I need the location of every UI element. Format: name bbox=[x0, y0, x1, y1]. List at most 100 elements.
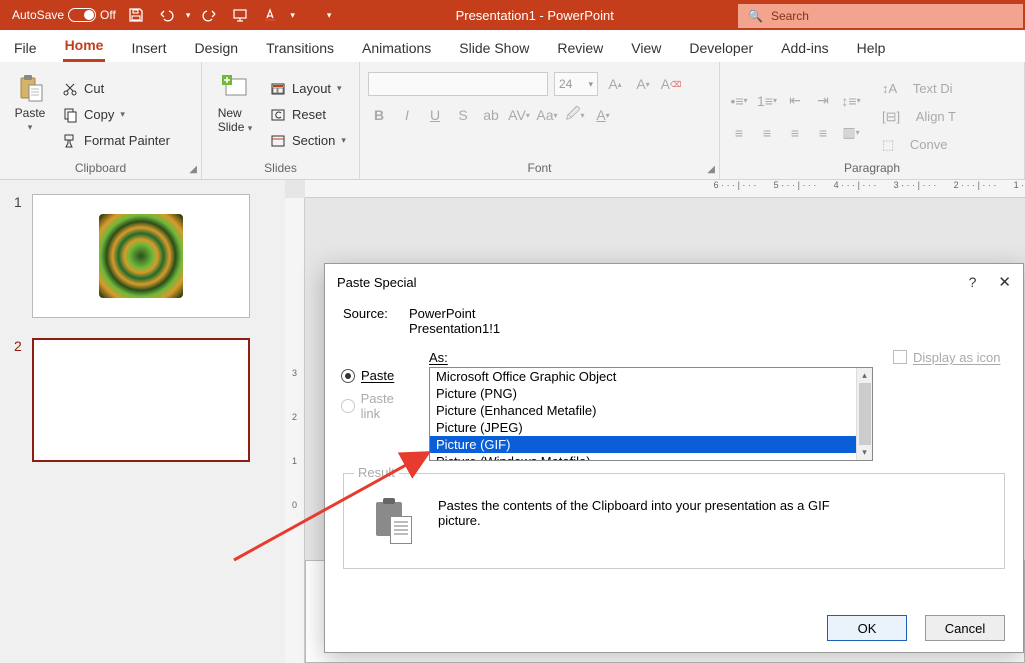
font-size-combo[interactable]: 24▾ bbox=[554, 72, 598, 96]
caret-down-icon[interactable]: ▾ bbox=[186, 10, 191, 21]
columns-icon[interactable]: ▥▾ bbox=[840, 122, 862, 144]
change-case-icon[interactable]: Aa▾ bbox=[536, 104, 558, 126]
tab-view[interactable]: View bbox=[629, 34, 663, 62]
bullets-icon[interactable]: •≡▾ bbox=[728, 90, 750, 112]
align-left-icon[interactable]: ≡ bbox=[728, 122, 750, 144]
result-box: Result Pastes the contents of the Clipbo… bbox=[343, 473, 1005, 569]
justify-icon[interactable]: ≡ bbox=[812, 122, 834, 144]
text-direction-button[interactable]: ↕A Text Di bbox=[878, 77, 960, 101]
group-font: 24▾ A▴ A▾ A⌫ B I U S ab AV▾ Aa▾ 🖉▾ A▾ Fo… bbox=[360, 62, 720, 179]
caret-down-icon: ▾ bbox=[120, 109, 125, 120]
increase-indent-icon[interactable]: ⇥ bbox=[812, 90, 834, 112]
shadow-icon[interactable]: ab bbox=[480, 104, 502, 126]
tab-transitions[interactable]: Transitions bbox=[264, 34, 336, 62]
scissors-icon bbox=[62, 81, 78, 97]
format-option[interactable]: Picture (Enhanced Metafile) bbox=[430, 402, 872, 419]
format-option[interactable]: Picture (PNG) bbox=[430, 385, 872, 402]
tab-design[interactable]: Design bbox=[192, 34, 240, 62]
font-family-combo[interactable] bbox=[368, 72, 548, 96]
new-slide-icon bbox=[220, 73, 250, 103]
result-legend: Result bbox=[354, 465, 399, 480]
format-painter-button[interactable]: Format Painter bbox=[58, 129, 174, 153]
layout-button[interactable]: Layout▾ bbox=[266, 77, 350, 101]
redo-icon[interactable] bbox=[200, 5, 220, 25]
format-listbox[interactable]: Microsoft Office Graphic ObjectPicture (… bbox=[429, 367, 873, 461]
align-text-button[interactable]: [⊟] Align T bbox=[878, 105, 960, 129]
format-option[interactable]: Picture (Windows Metafile) bbox=[430, 453, 872, 461]
font-color-icon[interactable]: A▾ bbox=[592, 104, 614, 126]
copy-button[interactable]: Copy ▾ bbox=[58, 103, 174, 127]
group-label: Font bbox=[368, 161, 711, 177]
chevron-down-icon[interactable]: ▾ bbox=[862, 447, 867, 458]
clear-formatting-icon[interactable]: A⌫ bbox=[660, 73, 682, 95]
dialog-launcher-icon[interactable]: ◢ bbox=[189, 164, 197, 175]
tab-review[interactable]: Review bbox=[555, 34, 605, 62]
section-button[interactable]: Section▾ bbox=[266, 129, 350, 153]
paste-label: Paste bbox=[15, 106, 46, 120]
group-clipboard: Paste ▾ Cut Copy ▾ Format Painter C bbox=[0, 62, 202, 179]
help-button[interactable]: ? bbox=[969, 274, 977, 290]
thumbnail-pane[interactable]: 12 bbox=[0, 180, 285, 663]
tab-animations[interactable]: Animations bbox=[360, 34, 433, 62]
highlight-color-icon[interactable]: 🖉▾ bbox=[564, 104, 586, 126]
tab-file[interactable]: File bbox=[12, 34, 39, 62]
undo-icon[interactable] bbox=[156, 5, 176, 25]
tab-add-ins[interactable]: Add-ins bbox=[779, 34, 830, 62]
group-label: Clipboard bbox=[8, 161, 193, 177]
convert-smartart-button[interactable]: ⬚ Conve bbox=[878, 133, 960, 157]
paste-link-radio: Paste link bbox=[341, 391, 415, 421]
close-icon[interactable]: ✕ bbox=[998, 273, 1011, 291]
scrollbar[interactable]: ▴ ▾ bbox=[856, 368, 872, 460]
window-title: Presentation1 - PowerPoint bbox=[331, 8, 738, 23]
line-spacing-icon[interactable]: ↕≡▾ bbox=[840, 90, 862, 112]
tab-slide-show[interactable]: Slide Show bbox=[457, 34, 531, 62]
autosave-state: Off bbox=[100, 8, 116, 22]
search-box[interactable]: 🔍 Search bbox=[738, 4, 1023, 28]
source-label: Source: bbox=[343, 306, 395, 336]
reset-icon bbox=[270, 107, 286, 123]
slide-thumbnail[interactable] bbox=[32, 338, 250, 462]
caret-down-icon[interactable]: ▾ bbox=[290, 10, 295, 21]
slide-thumbnail[interactable] bbox=[32, 194, 250, 318]
group-slides: NewSlide ▾ Layout▾ Reset Section▾ Slides bbox=[202, 62, 360, 179]
decrease-indent-icon[interactable]: ⇤ bbox=[784, 90, 806, 112]
save-icon[interactable] bbox=[126, 5, 146, 25]
cancel-button[interactable]: Cancel bbox=[925, 615, 1005, 641]
dialog-launcher-icon[interactable]: ◢ bbox=[707, 164, 715, 175]
slideshow-icon[interactable] bbox=[230, 5, 250, 25]
caret-down-icon: ▾ bbox=[28, 122, 33, 133]
dialog-title: Paste Special bbox=[337, 275, 417, 290]
tab-home[interactable]: Home bbox=[63, 31, 106, 62]
format-option[interactable]: Picture (GIF) bbox=[430, 436, 872, 453]
paste-button[interactable]: Paste ▾ bbox=[8, 68, 52, 161]
bold-icon[interactable]: B bbox=[368, 104, 390, 126]
title-bar: AutoSave Off ▾ ▾ ▾ Presentation1 - Power… bbox=[0, 0, 1025, 30]
toggle-switch-icon bbox=[68, 8, 96, 22]
strikethrough-icon[interactable]: S bbox=[452, 104, 474, 126]
cut-button[interactable]: Cut bbox=[58, 77, 174, 101]
tab-developer[interactable]: Developer bbox=[687, 34, 755, 62]
slide-number: 1 bbox=[14, 194, 22, 318]
paste-special-dialog: Paste Special ? ✕ Source: PowerPoint Pre… bbox=[324, 263, 1024, 653]
underline-icon[interactable]: U bbox=[424, 104, 446, 126]
new-slide-button[interactable]: NewSlide ▾ bbox=[210, 68, 260, 161]
align-center-icon[interactable]: ≡ bbox=[756, 122, 778, 144]
character-spacing-icon[interactable]: AV▾ bbox=[508, 104, 530, 126]
reset-button[interactable]: Reset bbox=[266, 103, 350, 127]
tab-help[interactable]: Help bbox=[855, 34, 888, 62]
result-text: Pastes the contents of the Clipboard int… bbox=[438, 498, 858, 544]
paste-radio[interactable]: Paste bbox=[341, 368, 415, 383]
autosave-toggle[interactable]: AutoSave Off bbox=[12, 8, 116, 22]
search-placeholder: Search bbox=[771, 9, 809, 23]
increase-font-icon[interactable]: A▴ bbox=[604, 73, 626, 95]
numbering-icon[interactable]: 1≡▾ bbox=[756, 90, 778, 112]
font-color-qat-icon[interactable] bbox=[260, 5, 280, 25]
align-right-icon[interactable]: ≡ bbox=[784, 122, 806, 144]
format-option[interactable]: Picture (JPEG) bbox=[430, 419, 872, 436]
tab-insert[interactable]: Insert bbox=[129, 34, 168, 62]
format-option[interactable]: Microsoft Office Graphic Object bbox=[430, 368, 872, 385]
decrease-font-icon[interactable]: A▾ bbox=[632, 73, 654, 95]
italic-icon[interactable]: I bbox=[396, 104, 418, 126]
ok-button[interactable]: OK bbox=[827, 615, 907, 641]
chevron-up-icon[interactable]: ▴ bbox=[862, 370, 867, 381]
